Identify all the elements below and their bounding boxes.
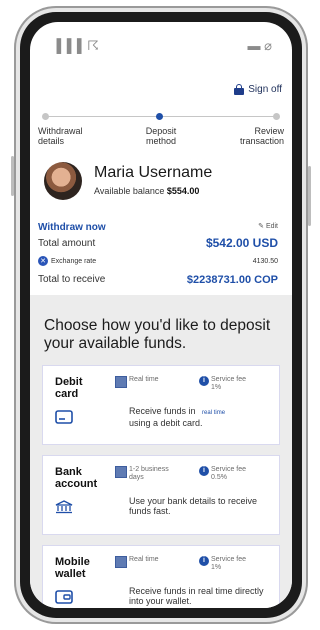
total-to-receive-value: $2238731.00 COP [186,274,278,286]
side-button [308,166,311,226]
option-fee-text: Service fee 1% [211,556,247,571]
info-icon: i [199,376,209,386]
calendar-icon [115,376,127,388]
option-speed: 1-2 business days [115,466,179,482]
option-fee: i Service fee 1% [199,376,251,392]
option-speed-text: Real time [129,376,159,383]
exchange-rate-label: Exchange rate [51,257,97,265]
sign-off-label: Sign off [248,84,282,95]
option-speed-text: Real time [129,556,159,563]
option-fee-text: Service fee 1% [211,376,247,391]
close-circle-icon: ✕ [38,256,48,267]
available-balance: Available balance $554.00 [94,186,199,196]
screen: ▐▐▐ ☈ ▬ ⌀ Sign off Withdrawal details De… [30,22,292,608]
calendar-icon [115,466,127,478]
deposit-method-section: Choose how you'd like to deposit your av… [30,295,292,608]
balance-label: Available balance [94,186,165,196]
user-info: Maria Username Available balance $554.00 [44,162,278,202]
option-description: Receive funds in real time using a debit … [129,406,226,428]
wallet-icon [55,590,73,604]
option-card-debit-card[interactable]: Debit card Real time i Service fee 1% Rec… [42,365,280,445]
option-description: Use your bank details to receive funds f… [129,496,258,516]
step-label-withdrawal-details[interactable]: Withdrawal details [38,126,98,146]
exchange-rate-value: 4130.50 [252,258,278,265]
battery-icon: ▬ ⌀ [247,38,272,53]
total-to-receive-label: Total to receive [38,274,106,285]
exchange-rate-row: ✕ Exchange rate 4130.50 [38,256,284,267]
info-icon: i [199,556,209,566]
option-card-bank-account[interactable]: Bank account 1-2 business days i Service … [42,455,280,535]
avatar [44,162,82,200]
option-fee-text: Service fee 0.5% [211,466,247,481]
card-icon [55,410,73,424]
user-name: Maria Username [94,164,213,181]
option-title: Debit card [55,376,83,400]
total-amount-row: Total amount $542.00 USD [38,236,284,250]
edit-button[interactable]: ✎ Edit [258,222,278,230]
edit-label: Edit [265,223,278,230]
option-description: Receive funds in real time directly into… [129,586,264,606]
balance-value: $554.00 [166,186,200,196]
withdraw-now-label: Withdraw now [38,222,106,233]
info-icon: i [199,466,209,476]
step-dot-active [156,113,163,120]
sign-off-button[interactable]: Sign off [234,84,282,95]
phone-bezel: ▐▐▐ ☈ ▬ ⌀ Sign off Withdrawal details De… [20,12,302,618]
total-amount-value: $542.00 USD [205,236,278,250]
status-bar: ▐▐▐ ☈ ▬ ⌀ [48,38,274,56]
signal-wifi-icon: ▐▐▐ ☈ [52,38,100,53]
option-fee: i Service fee 0.5% [199,466,251,482]
step-label-deposit-method[interactable]: Deposit method [136,126,186,146]
option-fee: i Service fee 1% [199,556,251,572]
total-to-receive-row: Total to receive $2238731.00 COP [38,274,284,286]
progress-stepper: Withdrawal details Deposit method Review… [38,112,284,152]
option-title: Bank account [55,466,98,490]
step-dot [273,113,280,120]
lock-icon [234,84,245,95]
calendar-icon [115,556,127,568]
transaction-summary: Withdraw now ✎ Edit Total amount $542.00… [38,222,284,292]
option-speed: Real time [115,556,159,568]
bank-icon [55,500,73,514]
option-card-mobile-wallet[interactable]: Mobile wallet Real time i Service fee 1% … [42,545,280,608]
option-speed: Real time [115,376,159,388]
phone-frame: ▐▐▐ ☈ ▬ ⌀ Sign off Withdrawal details De… [11,6,311,624]
pencil-icon: ✎ [258,223,264,230]
side-button [11,156,14,196]
real-time-tag: real time [202,410,226,416]
deposit-heading: Choose how you'd like to deposit your av… [44,317,271,352]
option-speed-text: 1-2 business days [129,466,169,481]
step-label-review-transaction[interactable]: Review transaction [220,126,284,146]
total-amount-label: Total amount [38,238,96,249]
step-dot [42,113,49,120]
option-title: Mobile wallet [55,556,90,580]
